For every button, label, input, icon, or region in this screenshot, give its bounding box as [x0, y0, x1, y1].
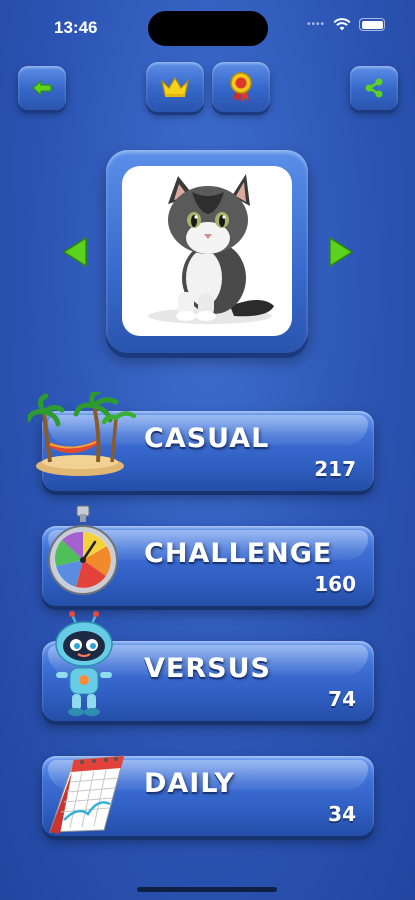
- stopwatch-icon: [48, 505, 118, 595]
- mode-label: CASUAL: [144, 423, 270, 454]
- next-picture-button[interactable]: [326, 236, 356, 268]
- share-button[interactable]: [350, 66, 398, 110]
- prev-picture-button[interactable]: [60, 236, 90, 268]
- mode-count: 74: [328, 687, 356, 711]
- picture-card[interactable]: [106, 150, 308, 353]
- calendar-icon: [49, 755, 125, 834]
- back-button[interactable]: [18, 66, 66, 110]
- camera-notch: [148, 11, 268, 46]
- mode-label: DAILY: [144, 768, 235, 799]
- mode-count: 217: [314, 457, 356, 481]
- status-time: 13:46: [54, 18, 98, 37]
- back-arrow-icon: [32, 79, 52, 97]
- kitten-image: [148, 174, 274, 324]
- battery-icon: [359, 18, 385, 31]
- share-icon: [365, 78, 383, 98]
- signal-dots: ••••: [306, 19, 325, 30]
- mode-count: 34: [328, 802, 356, 826]
- wifi-icon: [333, 18, 351, 31]
- palm-island-icon: [28, 392, 137, 476]
- leaderboard-button[interactable]: [146, 62, 204, 112]
- status-icons: ••••: [307, 18, 385, 31]
- achievements-button[interactable]: [212, 62, 270, 112]
- status-bar: 13:46 ••••: [0, 0, 415, 56]
- medal-icon: [230, 72, 252, 102]
- mode-label: CHALLENGE: [144, 538, 333, 569]
- robot-icon: [55, 611, 113, 716]
- home-indicator: [137, 887, 277, 892]
- picture-frame: [122, 166, 292, 336]
- mode-label: VERSUS: [144, 653, 271, 684]
- crown-icon: [160, 76, 190, 97]
- mode-count: 160: [314, 572, 356, 596]
